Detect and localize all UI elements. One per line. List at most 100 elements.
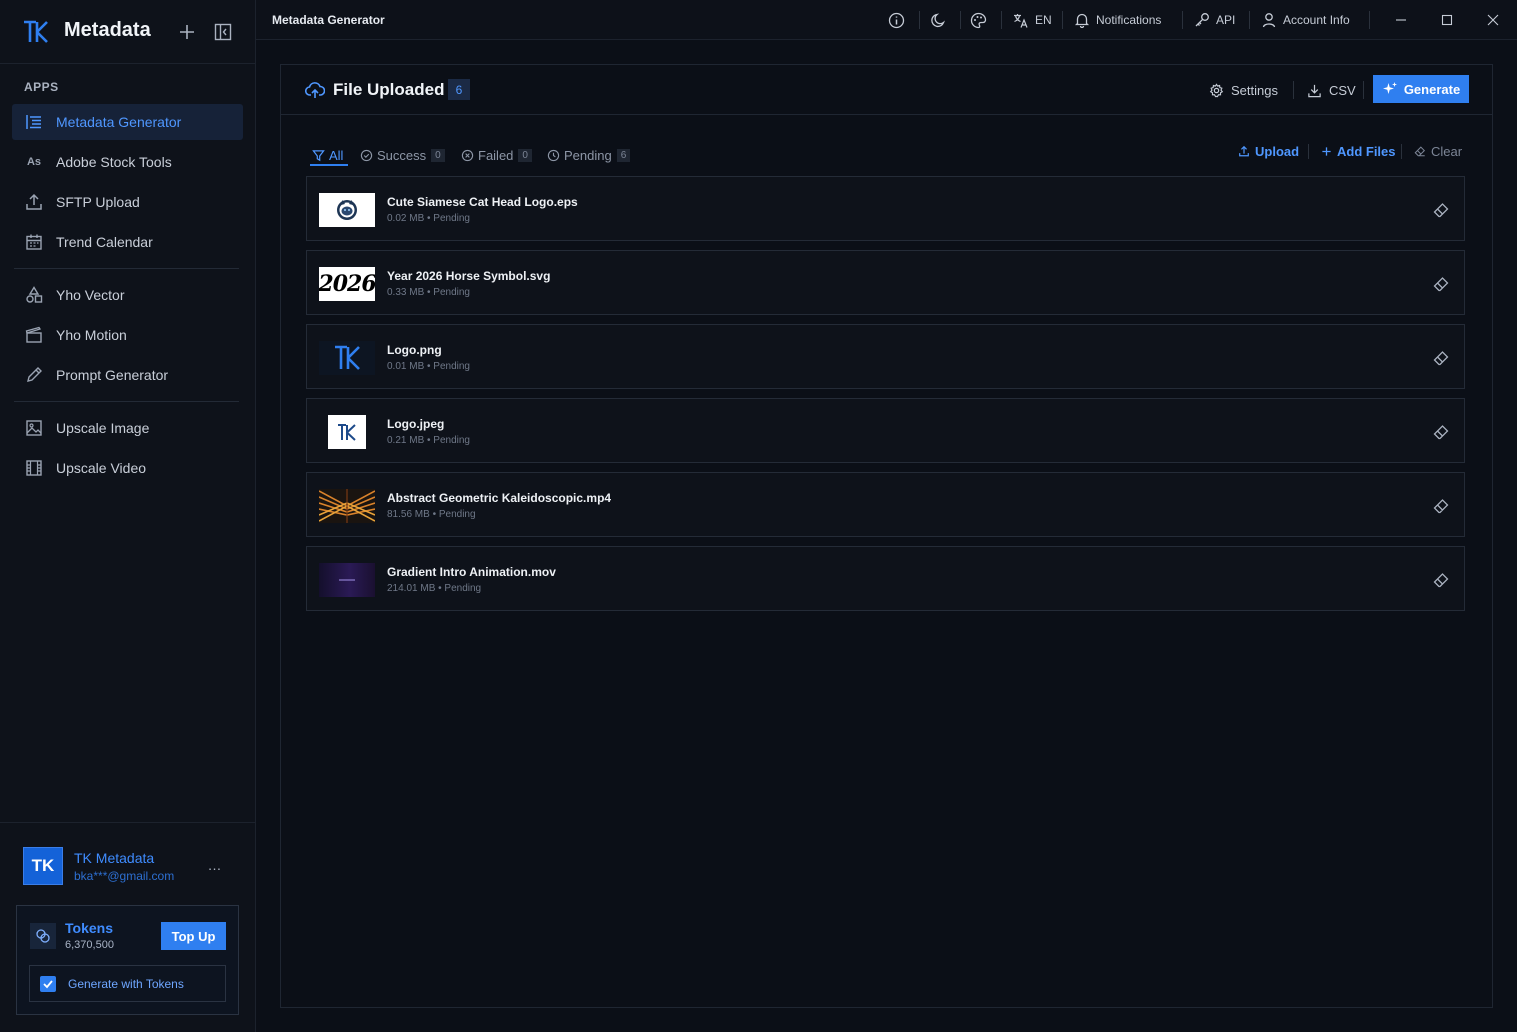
generate-button[interactable]: Generate (1373, 75, 1469, 103)
sidebar: Metadata APPS Metadata Generator As Adob… (0, 0, 256, 1032)
x-circle-icon (461, 149, 474, 161)
sidebar-collapse-icon[interactable] (213, 22, 233, 42)
file-row[interactable]: Abstract Geometric Kaleidoscopic.mp4 81.… (306, 472, 1465, 537)
csv-label: CSV (1329, 82, 1356, 98)
brand-header: Metadata (0, 0, 256, 64)
tk-logo-icon (328, 415, 366, 449)
upload-button[interactable]: Upload (1238, 141, 1299, 161)
eraser-icon[interactable] (1432, 497, 1450, 515)
panel-title: File Uploaded (333, 80, 445, 99)
tab-failed[interactable]: Failed 0 (461, 143, 532, 167)
moon-icon (931, 13, 945, 27)
sidebar-item-trend-calendar[interactable]: Trend Calendar (12, 224, 243, 260)
titlebar-separator (1182, 11, 1183, 29)
coins-icon (30, 923, 56, 949)
sidebar-item-yho-vector[interactable]: Yho Vector (12, 277, 243, 313)
check-icon (43, 979, 53, 988)
eraser-icon[interactable] (1432, 201, 1450, 219)
notifications-button[interactable]: Notifications (1074, 0, 1161, 40)
title-bar: Metadata Generator EN Notifications API … (256, 0, 1517, 40)
filter-icon (312, 149, 325, 161)
avatar: TK (23, 847, 63, 885)
sidebar-item-yho-motion[interactable]: Yho Motion (12, 317, 243, 353)
clear-button[interactable]: Clear (1414, 141, 1462, 161)
file-row[interactable]: Logo.jpeg 0.21 MB • Pending (306, 398, 1465, 463)
file-name: Year 2026 Horse Symbol.svg (387, 269, 551, 283)
generate-label: Generate (1403, 81, 1461, 97)
account-info-label: Account Info (1283, 13, 1350, 27)
minimize-icon (1396, 19, 1406, 21)
language-label: EN (1035, 13, 1052, 27)
file-name: Logo.png (387, 343, 442, 357)
kaleidoscope-thumbnail-icon (319, 489, 375, 523)
user-menu-button[interactable]: … (205, 857, 225, 873)
checkbox-checked[interactable] (40, 975, 56, 992)
sidebar-item-prompt-generator[interactable]: Prompt Generator (12, 357, 243, 393)
tk-logo-icon (24, 20, 48, 43)
sidebar-item-metadata-generator[interactable]: Metadata Generator (12, 104, 243, 140)
sidebar-item-label: Trend Calendar (56, 234, 153, 250)
titlebar-separator (1369, 11, 1370, 29)
account-info-button[interactable]: Account Info (1261, 0, 1350, 40)
tab-count-badge: 0 (431, 148, 445, 162)
tab-label: Failed (478, 147, 514, 163)
minimize-button[interactable] (1394, 0, 1414, 40)
sidebar-item-upscale-image[interactable]: Upscale Image (12, 410, 243, 446)
maximize-button[interactable] (1440, 0, 1460, 40)
action-separator (1308, 144, 1309, 159)
sidebar-item-label: Adobe Stock Tools (56, 154, 172, 170)
gradient-thumbnail-icon (339, 579, 355, 581)
key-icon (1195, 13, 1209, 27)
sidebar-item-sftp-upload[interactable]: SFTP Upload (12, 184, 243, 220)
file-row[interactable]: Logo.png 0.01 MB • Pending (306, 324, 1465, 389)
header-separator (1363, 81, 1364, 99)
eraser-icon[interactable] (1432, 349, 1450, 367)
sidebar-item-adobe-stock-tools[interactable]: As Adobe Stock Tools (12, 144, 243, 180)
generate-with-tokens-toggle[interactable]: Generate with Tokens (29, 965, 226, 1002)
upload-icon (24, 192, 44, 212)
file-row[interactable]: 2026 Year 2026 Horse Symbol.svg 0.33 MB … (306, 250, 1465, 315)
plus-icon[interactable] (177, 22, 197, 42)
cloud-upload-icon (305, 82, 325, 98)
file-thumbnail (319, 563, 375, 597)
tab-pending[interactable]: Pending 6 (547, 143, 631, 167)
film-icon (24, 458, 44, 478)
tab-success[interactable]: Success 0 (360, 143, 445, 167)
eraser-icon[interactable] (1432, 275, 1450, 293)
plus-icon (1322, 146, 1331, 156)
generate-with-tokens-label: Generate with Tokens (68, 976, 184, 991)
file-thumbnail: 2026 (319, 267, 375, 301)
api-button[interactable]: API (1194, 0, 1235, 40)
settings-button[interactable]: Settings (1209, 76, 1278, 104)
cat-logo-icon (337, 200, 357, 220)
thumbnail-text-2026: 2026 (319, 271, 375, 297)
upload-icon (1239, 145, 1249, 157)
file-thumbnail (319, 193, 375, 227)
eraser-icon[interactable] (1432, 423, 1450, 441)
file-meta: 0.21 MB • Pending (387, 435, 470, 446)
sidebar-item-upscale-video[interactable]: Upscale Video (12, 450, 243, 486)
header-separator (1293, 81, 1294, 99)
tokens-label: Tokens (65, 920, 113, 936)
api-label: API (1216, 13, 1236, 27)
eraser-icon (1414, 146, 1426, 157)
palette-button[interactable] (970, 0, 993, 40)
tab-count-badge: 6 (616, 148, 631, 162)
clapperboard-icon (24, 325, 44, 345)
file-meta: 0.01 MB • Pending (387, 361, 470, 372)
add-files-button[interactable]: Add Files (1321, 141, 1396, 161)
file-row[interactable]: Cute Siamese Cat Head Logo.eps 0.02 MB •… (306, 176, 1465, 241)
language-button[interactable]: EN (1012, 0, 1052, 40)
csv-button[interactable]: CSV (1307, 76, 1356, 104)
theme-toggle-button[interactable] (930, 0, 953, 40)
adobe-stock-icon: As (26, 156, 42, 168)
file-meta: 214.01 MB • Pending (387, 583, 482, 594)
eraser-icon[interactable] (1432, 571, 1450, 589)
file-row[interactable]: Gradient Intro Animation.mov 214.01 MB •… (306, 546, 1465, 611)
top-up-button[interactable]: Top Up (161, 922, 226, 950)
info-button[interactable] (888, 0, 911, 40)
sidebar-divider (14, 268, 239, 269)
tab-count-badge: 0 (518, 148, 532, 162)
calendar-icon (24, 232, 44, 252)
close-button[interactable] (1486, 0, 1506, 40)
